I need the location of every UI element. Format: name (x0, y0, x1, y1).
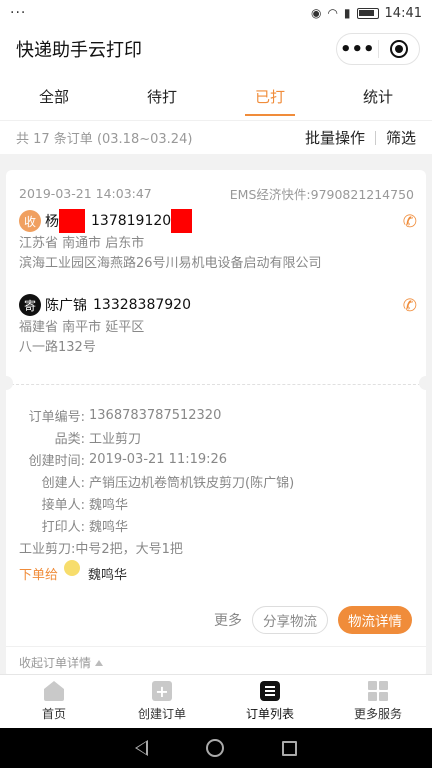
category-value: 工业剪刀 (89, 431, 142, 447)
card-notch-left (6, 376, 13, 390)
sender-badge: 寄 (19, 294, 41, 316)
order-details: 订单编号: 1368783787512320 品类: 工业剪刀 创建时间: 20… (19, 404, 419, 588)
receiver-user-value: 魏鸣华 (89, 497, 129, 513)
sender-address-line1: 福建省 南平市 延平区 (19, 320, 145, 335)
sender-address-line2: 八一路132号 (19, 340, 96, 355)
order-count: 共 17 条订单 (03.18~03.24) (16, 132, 193, 147)
nav-create-order[interactable]: + 创建订单 (108, 675, 216, 728)
printer-value: 魏鸣华 (89, 519, 129, 535)
more-button[interactable]: 更多 (214, 610, 242, 630)
tab-pending[interactable]: 待打 (108, 72, 216, 120)
nav-label: 订单列表 (245, 707, 294, 721)
order-card: 2019-03-21 14:03:47 EMS经济快件:979082121475… (6, 170, 426, 678)
redaction-mark (59, 209, 85, 233)
detail-label: 打印人: (41, 519, 85, 535)
more-dots-icon: ••• (339, 38, 375, 60)
order-summary-bar: 共 17 条订单 (03.18~03.24) 批量操作 筛选 (0, 120, 432, 154)
collapse-label: 收起订单详情 (19, 656, 92, 670)
detail-created-time: 创建时间: 2019-03-21 11:19:26 (19, 448, 419, 470)
sim-icon: ▮ (343, 6, 351, 20)
status-bar: ··· ◉ ◠ ▮ 14:41 (0, 0, 432, 26)
detail-category: 品类: 工业剪刀 (19, 426, 419, 448)
detail-label: 接单人: (41, 497, 85, 513)
sender-name: 陈广锦 (45, 298, 87, 314)
assignee-name: 魏鸣华 (88, 567, 128, 583)
filter-button[interactable]: 筛选 (386, 127, 416, 148)
status-dots: ··· (10, 5, 27, 21)
mini-program-capsule: ••• (336, 33, 420, 65)
back-icon[interactable] (135, 740, 148, 756)
sender-phone: 13328387920 (93, 297, 191, 313)
system-navigation-bar (0, 728, 432, 768)
detail-order-no: 订单编号: 1368783787512320 (19, 404, 419, 426)
call-sender-icon[interactable]: ✆ (403, 296, 417, 316)
order-number: 1368783787512320 (89, 407, 222, 423)
nav-label: 创建订单 (137, 707, 186, 721)
detail-label: 创建时间: (28, 453, 85, 469)
close-mini-program-button[interactable] (379, 34, 420, 64)
order-card-header: 2019-03-21 14:03:47 EMS经济快件:979082121475… (6, 170, 426, 206)
order-date: 2019-03-21 14:03:47 (19, 185, 152, 201)
receiver-address-line2: 滨海工业园区海燕路26号川易机电设备启动有限公司 (19, 256, 322, 271)
receiver-badge: 收 (19, 210, 41, 232)
page-title: 快递助手云打印 (16, 40, 142, 61)
receiver-address-line1: 江苏省 南通市 启东市 (19, 236, 145, 251)
battery-icon (356, 7, 379, 19)
tab-statistics[interactable]: 统计 (324, 72, 432, 120)
receiver-block: 收 杨 137819120 ✆ 江苏省 南通市 启东市 滨海工业园区海燕路26号… (19, 208, 419, 274)
eye-icon: ◉ (310, 6, 322, 20)
assign-row: 下单给 魏鸣华 (19, 558, 419, 588)
tab-all[interactable]: 全部 (0, 72, 108, 120)
home-circle-icon[interactable] (206, 739, 224, 757)
logistics-details-button[interactable]: 物流详情 (338, 606, 412, 634)
summary-actions: 批量操作 筛选 (305, 127, 416, 148)
detail-label: 品类: (54, 431, 85, 447)
wifi-icon: ◠ (327, 6, 338, 20)
detail-creator: 创建人: 产销压边机卷筒机铁皮剪刀(陈广锦) (19, 470, 419, 492)
order-tabs: 全部 待打 已打 统计 (0, 72, 432, 120)
card-divider (6, 384, 426, 385)
tracking-number: EMS经济快件:9790821214750 (229, 186, 414, 202)
status-time: 14:41 (384, 5, 422, 21)
actions-divider (374, 130, 376, 145)
chevron-up-icon (95, 659, 104, 666)
call-receiver-icon[interactable]: ✆ (403, 212, 417, 232)
receiver-name: 杨 (45, 214, 59, 230)
nav-order-list[interactable]: 订单列表 (216, 675, 324, 728)
home-icon (44, 681, 64, 701)
target-icon (389, 40, 408, 58)
status-icons: ◉ ◠ ▮ 14:41 (311, 6, 422, 21)
card-actions: 更多 分享物流 物流详情 (214, 606, 412, 634)
batch-operation-button[interactable]: 批量操作 (305, 127, 365, 148)
nav-label: 更多服务 (353, 707, 402, 721)
receiver-row: 收 杨 137819120 (19, 208, 419, 234)
nav-more-services[interactable]: 更多服务 (324, 675, 432, 728)
recent-apps-icon[interactable] (282, 740, 297, 756)
avatar-emoji-icon (64, 560, 81, 576)
created-time-value: 2019-03-21 11:19:26 (89, 451, 228, 467)
sender-row: 寄 陈广锦 13328387920 (19, 292, 419, 318)
bottom-navigation: 首页 + 创建订单 订单列表 更多服务 (0, 674, 432, 728)
more-menu-button[interactable]: ••• (337, 34, 378, 64)
detail-label: 订单编号: (28, 409, 85, 425)
nav-home[interactable]: 首页 (0, 675, 108, 728)
sender-block: 寄 陈广锦 13328387920 ✆ 福建省 南平市 延平区 八一路132号 (19, 292, 419, 358)
detail-receiver-user: 接单人: 魏鸣华 (19, 492, 419, 514)
nav-label: 首页 (41, 707, 66, 721)
creator-value: 产销压边机卷筒机铁皮剪刀(陈广锦) (89, 475, 295, 491)
card-notch-right (419, 376, 426, 390)
tab-printed[interactable]: 已打 (216, 72, 324, 120)
items-description: 工业剪刀:中号2把，大号1把 (19, 541, 183, 557)
receiver-phone: 137819120 (91, 213, 172, 229)
detail-label: 创建人: (41, 475, 85, 491)
grid-icon (368, 681, 388, 701)
list-icon (260, 681, 280, 701)
share-logistics-button[interactable]: 分享物流 (252, 606, 328, 634)
assign-label: 下单给 (19, 567, 59, 583)
detail-printer: 打印人: 魏鸣华 (19, 514, 419, 536)
plus-icon: + (152, 681, 172, 701)
app-header: 快递助手云打印 ••• (0, 26, 432, 72)
redaction-mark (171, 209, 193, 233)
